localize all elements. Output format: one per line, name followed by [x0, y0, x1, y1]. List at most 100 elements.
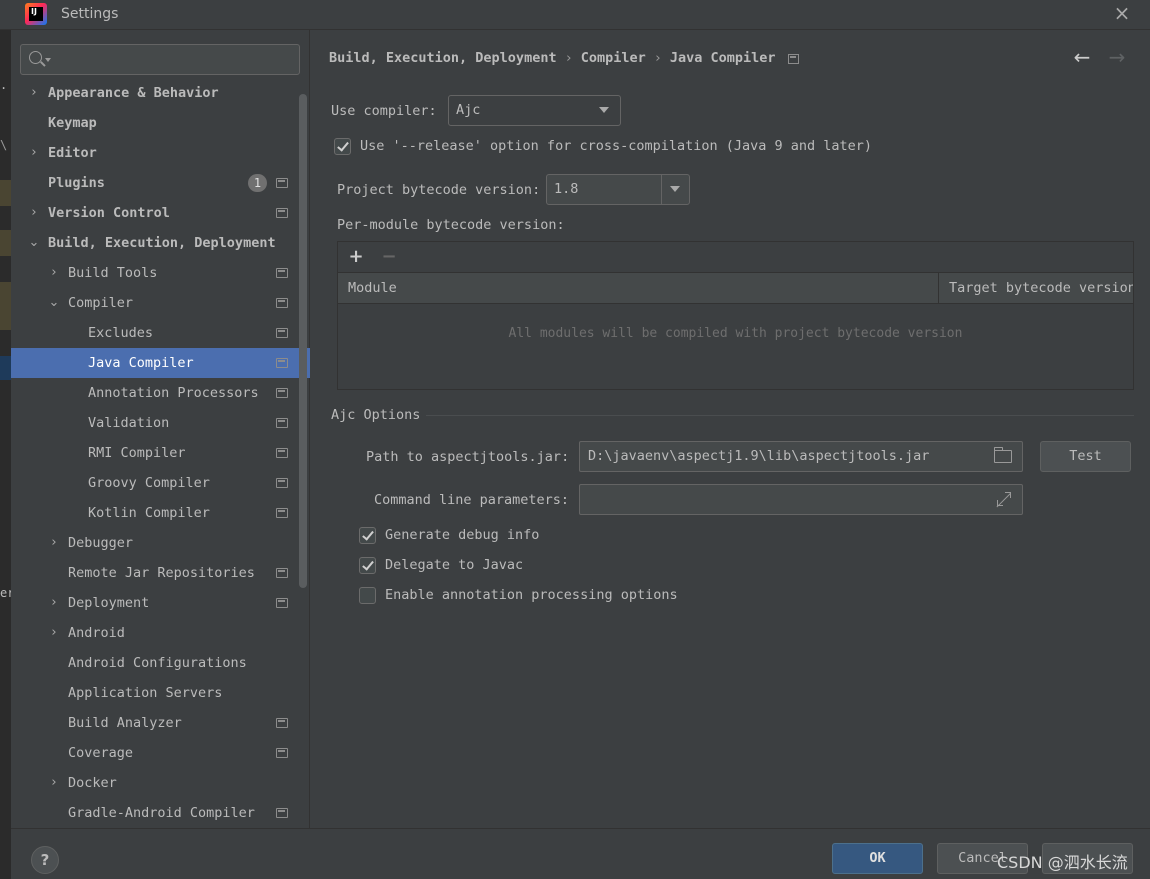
sidebar-item-label: Debugger — [68, 535, 134, 551]
sidebar-item-label: Keymap — [48, 115, 97, 131]
sidebar-item-label: Compiler — [68, 295, 134, 311]
chevron-right-icon[interactable]: › — [48, 258, 60, 288]
sidebar-item-keymap[interactable]: Keymap — [11, 108, 310, 138]
sidebar-item-docker[interactable]: › Docker — [11, 768, 310, 798]
sidebar-scrollbar[interactable] — [299, 94, 307, 588]
expand-icon[interactable] — [996, 491, 1012, 507]
remove-icon[interactable]: − — [379, 246, 399, 268]
debug-info-checkbox[interactable] — [359, 527, 376, 544]
chevron-right-icon[interactable]: › — [48, 618, 60, 648]
sidebar-item-label: Build Tools — [68, 265, 158, 281]
sidebar-item-groovy-compiler[interactable]: Groovy Compiler — [11, 468, 310, 498]
project-level-icon — [276, 388, 288, 398]
sidebar-item-build-analyzer[interactable]: Build Analyzer — [11, 708, 310, 738]
sidebar-item-label: Build, Execution, Deployment — [48, 235, 276, 251]
chevron-right-icon[interactable]: › — [28, 78, 40, 108]
release-option-checkbox[interactable] — [334, 138, 351, 155]
sidebar-item-editor[interactable]: › Editor — [11, 138, 310, 168]
chevron-down-icon — [45, 58, 51, 62]
sidebar-item-android[interactable]: › Android — [11, 618, 310, 648]
use-compiler-dropdown[interactable]: Ajc — [448, 95, 621, 126]
test-button[interactable]: Test — [1040, 441, 1131, 472]
back-arrow-icon[interactable]: ← — [1071, 46, 1093, 68]
breadcrumb-item[interactable]: Build, Execution, Deployment — [329, 50, 557, 66]
add-icon[interactable]: + — [346, 246, 366, 268]
bytecode-version-combo[interactable]: 1.8 — [546, 174, 690, 205]
chevron-right-icon[interactable]: › — [48, 528, 60, 558]
breadcrumb-item[interactable]: Compiler — [581, 50, 646, 66]
delegate-javac-checkbox[interactable] — [359, 557, 376, 574]
project-level-icon — [276, 718, 288, 728]
dialog-footer: ? OK Cancel — [11, 828, 1150, 879]
sidebar-item-appearance-behavior[interactable]: › Appearance & Behavior — [11, 78, 310, 108]
sidebar-item-remote-jar-repositories[interactable]: Remote Jar Repositories — [11, 558, 310, 588]
project-level-icon — [276, 508, 288, 518]
breadcrumb-item: Java Compiler — [669, 50, 776, 66]
sidebar-item-annotation-processors[interactable]: Annotation Processors — [11, 378, 310, 408]
use-compiler-value: Ajc — [456, 102, 481, 118]
sidebar-item-label: Remote Jar Repositories — [68, 565, 255, 581]
annotation-processing-checkbox[interactable] — [359, 587, 376, 604]
aspectjtools-path-field[interactable]: D:\javaenv\aspectj1.9\lib\aspectjtools.j… — [579, 441, 1023, 472]
bytecode-version-value: 1.8 — [554, 181, 579, 197]
sidebar-item-label: Editor — [48, 145, 97, 161]
table-toolbar: + − — [338, 242, 1133, 273]
project-level-icon — [276, 808, 288, 818]
search-input[interactable] — [55, 49, 295, 71]
aspectjtools-path-value: D:\javaenv\aspectj1.9\lib\aspectjtools.j… — [588, 448, 930, 464]
sidebar-item-validation[interactable]: Validation — [11, 408, 310, 438]
project-level-icon — [787, 54, 799, 64]
sidebar-item-label: Android — [68, 625, 125, 641]
sidebar-item-coverage[interactable]: Coverage — [11, 738, 310, 768]
bytecode-version-label: Project bytecode version: — [337, 182, 541, 198]
sidebar-item-label: Deployment — [68, 595, 150, 611]
breadcrumb-separator: › — [564, 50, 573, 66]
column-header-target-version[interactable]: Target bytecode version — [939, 273, 1133, 303]
sidebar-item-java-compiler[interactable]: Java Compiler — [11, 348, 310, 378]
sidebar-item-build-execution-deployment[interactable]: ⌄ Build, Execution, Deployment — [11, 228, 310, 258]
sidebar-item-compiler[interactable]: ⌄ Compiler — [11, 288, 310, 318]
breadcrumb-separator: › — [653, 50, 662, 66]
folder-icon[interactable] — [994, 447, 1012, 463]
sidebar-item-plugins[interactable]: Plugins 1 — [11, 168, 310, 198]
sidebar-item-debugger[interactable]: › Debugger — [11, 528, 310, 558]
ajc-options-title: Ajc Options — [331, 407, 421, 423]
sidebar-item-label: Android Configurations — [68, 655, 247, 671]
column-header-module[interactable]: Module — [338, 273, 939, 303]
sidebar-item-version-control[interactable]: › Version Control — [11, 198, 310, 228]
project-level-icon — [276, 208, 288, 218]
project-level-icon — [276, 178, 288, 188]
table-empty-text: All modules will be compiled with projec… — [508, 326, 963, 341]
sidebar-item-label: Docker — [68, 775, 117, 791]
sidebar-item-excludes[interactable]: Excludes — [11, 318, 310, 348]
sidebar-item-gradle-android-compiler[interactable]: Gradle-Android Compiler — [11, 798, 310, 828]
sidebar-item-application-servers[interactable]: Application Servers — [11, 678, 310, 708]
sidebar-item-android-configurations[interactable]: Android Configurations — [11, 648, 310, 678]
command-line-field[interactable] — [579, 484, 1023, 515]
chevron-down-icon[interactable] — [670, 186, 680, 192]
window-title: Settings — [61, 6, 119, 22]
sidebar-item-deployment[interactable]: › Deployment — [11, 588, 310, 618]
sidebar-item-rmi-compiler[interactable]: RMI Compiler — [11, 438, 310, 468]
use-compiler-label: Use compiler: — [331, 103, 437, 119]
settings-search[interactable] — [20, 44, 300, 75]
sidebar-item-label: Version Control — [48, 205, 170, 221]
chevron-right-icon[interactable]: › — [28, 198, 40, 228]
chevron-right-icon[interactable]: › — [48, 768, 60, 798]
close-icon[interactable]: × — [1111, 2, 1133, 24]
help-button[interactable]: ? — [31, 846, 59, 874]
chevron-down-icon[interactable]: ⌄ — [48, 288, 60, 318]
chevron-down-icon[interactable]: ⌄ — [28, 228, 40, 258]
chevron-right-icon[interactable]: › — [48, 588, 60, 618]
chevron-down-icon — [599, 107, 609, 113]
ok-button[interactable]: OK — [832, 843, 923, 874]
project-level-icon — [276, 568, 288, 578]
debug-info-label: Generate debug info — [385, 527, 540, 543]
sidebar-item-label: Excludes — [88, 325, 154, 341]
section-divider — [426, 415, 1134, 416]
sidebar-item-kotlin-compiler[interactable]: Kotlin Compiler — [11, 498, 310, 528]
sidebar-item-label: Application Servers — [68, 685, 223, 701]
forward-arrow-icon[interactable]: → — [1106, 46, 1128, 68]
chevron-right-icon[interactable]: › — [28, 138, 40, 168]
sidebar-item-build-tools[interactable]: › Build Tools — [11, 258, 310, 288]
